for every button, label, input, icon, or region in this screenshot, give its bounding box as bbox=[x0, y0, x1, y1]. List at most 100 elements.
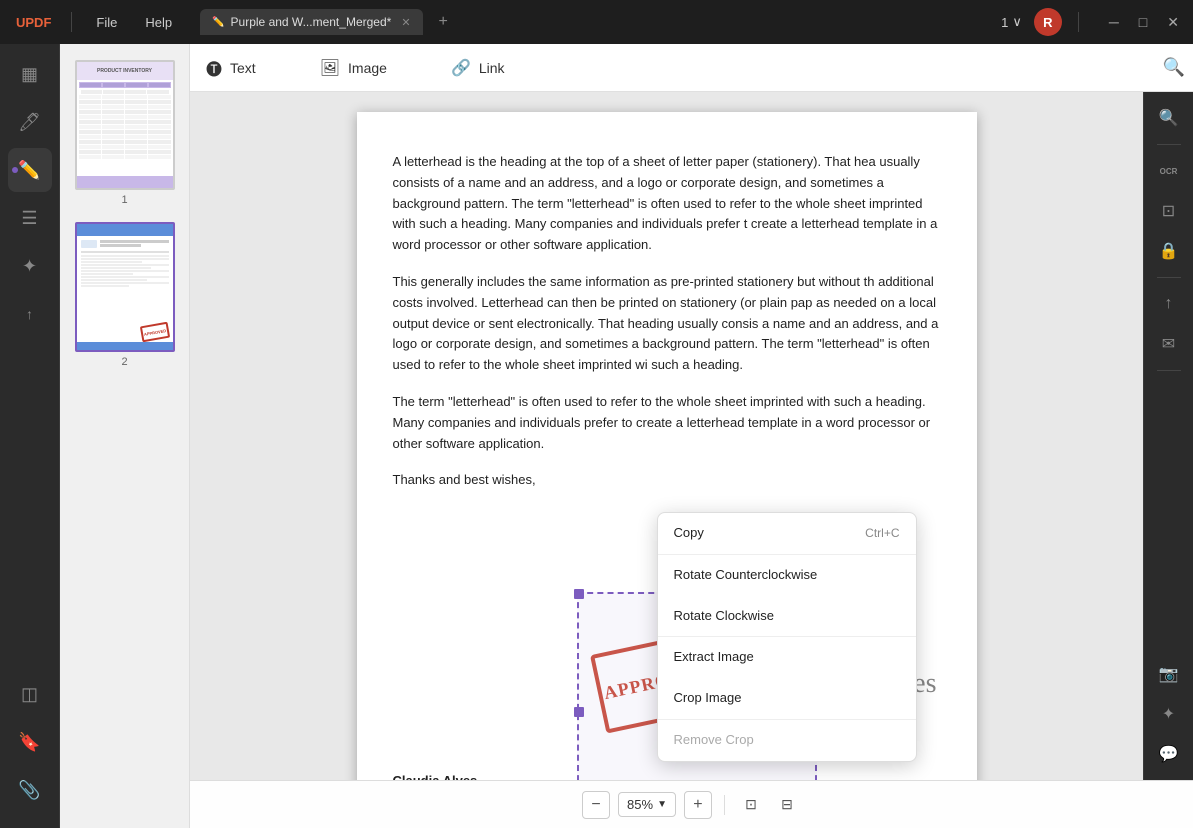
sidebar-item-highlight[interactable]: 🖊 bbox=[8, 100, 52, 144]
close-button[interactable]: ✕ bbox=[1161, 14, 1185, 31]
thumb-1-header: PRODUCT INVENTORY bbox=[77, 62, 173, 80]
titlebar-right: 1 ∨ R ─ □ ✕ bbox=[1001, 8, 1185, 36]
link-tool[interactable]: 🔗 Link bbox=[435, 50, 521, 86]
sidebar-item-stamp[interactable]: ✦ bbox=[8, 244, 52, 288]
thumb-2-stamp: APPROVED bbox=[139, 322, 169, 343]
thumbnail-1-number: 1 bbox=[121, 194, 127, 206]
text-tool[interactable]: 🅣 Text bbox=[190, 48, 272, 88]
right-camera-icon[interactable]: 📷 bbox=[1151, 656, 1187, 692]
paragraph-2: This generally includes the same informa… bbox=[393, 272, 941, 376]
fit-width-button[interactable]: ⊡ bbox=[737, 791, 765, 819]
sidebar-item-export[interactable]: ↑ bbox=[8, 292, 52, 336]
right-email-icon[interactable]: ✉ bbox=[1151, 326, 1187, 362]
image-tool[interactable]: 🖼 Image bbox=[304, 50, 403, 86]
ctx-rotate-ccw[interactable]: Rotate Counterclockwise bbox=[658, 555, 916, 596]
sidebar-item-thumbnail[interactable]: ▦ bbox=[8, 52, 52, 96]
right-search-icon[interactable]: 🔍 bbox=[1151, 100, 1187, 136]
file-menu[interactable]: File bbox=[84, 11, 129, 34]
right-comment-icon[interactable]: 💬 bbox=[1151, 736, 1187, 772]
logo-text: UPDF bbox=[16, 15, 51, 30]
thumbnail-panel: PRODUCT INVENTORY bbox=[60, 44, 190, 828]
thumbnail-1[interactable]: PRODUCT INVENTORY bbox=[75, 60, 175, 206]
edit-toolbar: 🅣 Text 🖼 Image 🔗 Link 🔍 bbox=[190, 44, 1193, 92]
zoom-in-button[interactable]: + bbox=[684, 791, 712, 819]
ctx-copy[interactable]: Copy Ctrl+C bbox=[658, 513, 916, 554]
content-area: 🅣 Text 🖼 Image 🔗 Link 🔍 A letterhead bbox=[190, 44, 1193, 828]
ctx-copy-shortcut: Ctrl+C bbox=[865, 524, 899, 543]
person-name: Claudia Alves bbox=[393, 771, 478, 780]
ctx-rotate-ccw-label: Rotate Counterclockwise bbox=[674, 565, 818, 586]
ctx-remove-crop: Remove Crop bbox=[658, 720, 916, 761]
search-icon[interactable]: 🔍 bbox=[1155, 49, 1193, 85]
zoom-separator bbox=[724, 795, 725, 815]
user-avatar[interactable]: R bbox=[1034, 8, 1062, 36]
window-controls: ─ □ ✕ bbox=[1103, 14, 1185, 31]
right-sep-1 bbox=[1157, 144, 1181, 145]
right-toolbar: 🔍 OCR ⊡ 🔒 ↑ ✉ 📷 ✦ 💬 bbox=[1143, 92, 1193, 780]
ctx-rotate-cw-label: Rotate Clockwise bbox=[674, 606, 774, 627]
right-sep-2 bbox=[1157, 277, 1181, 278]
thumb-2-body bbox=[77, 236, 173, 292]
thumb-1-footer bbox=[77, 176, 173, 188]
link-tool-label: Link bbox=[479, 60, 505, 76]
app-logo: UPDF bbox=[8, 15, 59, 30]
context-menu: Copy Ctrl+C Rotate Counterclockwise Rota… bbox=[657, 512, 917, 762]
text-tool-icon: 🅣 bbox=[206, 56, 222, 80]
link-tool-icon: 🔗 bbox=[451, 58, 471, 78]
tab-edit-icon: ✏️ bbox=[212, 17, 224, 28]
text-tool-label: Text bbox=[230, 60, 256, 76]
minimize-button[interactable]: ─ bbox=[1103, 14, 1125, 30]
ctx-extract-image[interactable]: Extract Image bbox=[658, 637, 916, 678]
pdf-area: A letterhead is the heading at the top o… bbox=[190, 92, 1143, 780]
sidebar-item-bookmark[interactable]: 🔖 bbox=[8, 720, 52, 764]
paragraph-3: The term "letterhead" is often used to r… bbox=[393, 392, 941, 454]
sidebar-item-layers[interactable]: ◫ bbox=[8, 672, 52, 716]
tab-title: Purple and W...ment_Merged* bbox=[231, 15, 392, 29]
page-indicator[interactable]: 1 ∨ bbox=[1001, 14, 1022, 30]
sidebar-bottom: ◫ 🔖 📎 bbox=[8, 672, 52, 820]
zoom-out-button[interactable]: − bbox=[582, 791, 610, 819]
paragraph-4: Thanks and best wishes, bbox=[393, 470, 941, 491]
right-scan-icon[interactable]: ⊡ bbox=[1151, 193, 1187, 229]
pdf-text-content: A letterhead is the heading at the top o… bbox=[393, 152, 941, 491]
ctx-rotate-cw[interactable]: Rotate Clockwise bbox=[658, 596, 916, 637]
sidebar-item-attach[interactable]: 📎 bbox=[8, 768, 52, 812]
right-sep-3 bbox=[1157, 370, 1181, 371]
right-collab-icon[interactable]: ✦ bbox=[1151, 696, 1187, 732]
tab-close-icon[interactable]: ✕ bbox=[401, 16, 410, 29]
titlebar: UPDF File Help ✏️ Purple and W...ment_Me… bbox=[0, 0, 1193, 44]
thumb-2-header bbox=[77, 224, 173, 236]
search-action[interactable]: 🔍 bbox=[1155, 57, 1193, 78]
sidebar-item-list[interactable]: ☰ bbox=[8, 196, 52, 240]
paragraph-1: A letterhead is the heading at the top o… bbox=[393, 152, 941, 256]
ctx-crop-image[interactable]: Crop Image bbox=[658, 678, 916, 719]
active-tab[interactable]: ✏️ Purple and W...ment_Merged* ✕ bbox=[200, 9, 422, 35]
add-tab-button[interactable]: + bbox=[431, 9, 456, 35]
right-protect-icon[interactable]: 🔒 bbox=[1151, 233, 1187, 269]
zoom-dropdown-icon[interactable]: ▼ bbox=[657, 799, 667, 810]
thumbnail-2-image: APPROVED bbox=[75, 222, 175, 352]
separator bbox=[71, 12, 72, 32]
win-sep bbox=[1078, 12, 1079, 32]
ctx-remove-crop-label: Remove Crop bbox=[674, 730, 754, 751]
ctx-copy-label: Copy bbox=[674, 523, 704, 544]
handle-ml[interactable] bbox=[574, 707, 584, 717]
handle-tl[interactable] bbox=[574, 589, 584, 599]
right-ocr-icon[interactable]: OCR bbox=[1151, 153, 1187, 189]
left-sidebar: ▦ 🖊 ✏️ ☰ ✦ ↑ ◫ 🔖 📎 bbox=[0, 44, 60, 828]
zoom-percent: 85% bbox=[627, 797, 653, 812]
image-tool-icon: 🖼 bbox=[320, 58, 340, 78]
ctx-extract-label: Extract Image bbox=[674, 647, 754, 668]
thumbnail-2[interactable]: APPROVED 2 bbox=[75, 222, 175, 368]
image-tool-label: Image bbox=[348, 60, 387, 76]
fit-page-button[interactable]: ⊟ bbox=[773, 791, 801, 819]
help-menu[interactable]: Help bbox=[133, 11, 184, 34]
thumbnail-2-number: 2 bbox=[121, 356, 127, 368]
bottom-bar: − 85% ▼ + ⊡ ⊟ bbox=[190, 780, 1193, 828]
sidebar-item-edit[interactable]: ✏️ bbox=[8, 148, 52, 192]
maximize-button[interactable]: □ bbox=[1133, 14, 1153, 30]
right-share-icon[interactable]: ↑ bbox=[1151, 286, 1187, 322]
zoom-value-display[interactable]: 85% ▼ bbox=[618, 792, 676, 817]
main-layout: ▦ 🖊 ✏️ ☰ ✦ ↑ ◫ 🔖 📎 PRODUCT INVENTORY bbox=[0, 44, 1193, 828]
pdf-page: A letterhead is the heading at the top o… bbox=[357, 112, 977, 780]
